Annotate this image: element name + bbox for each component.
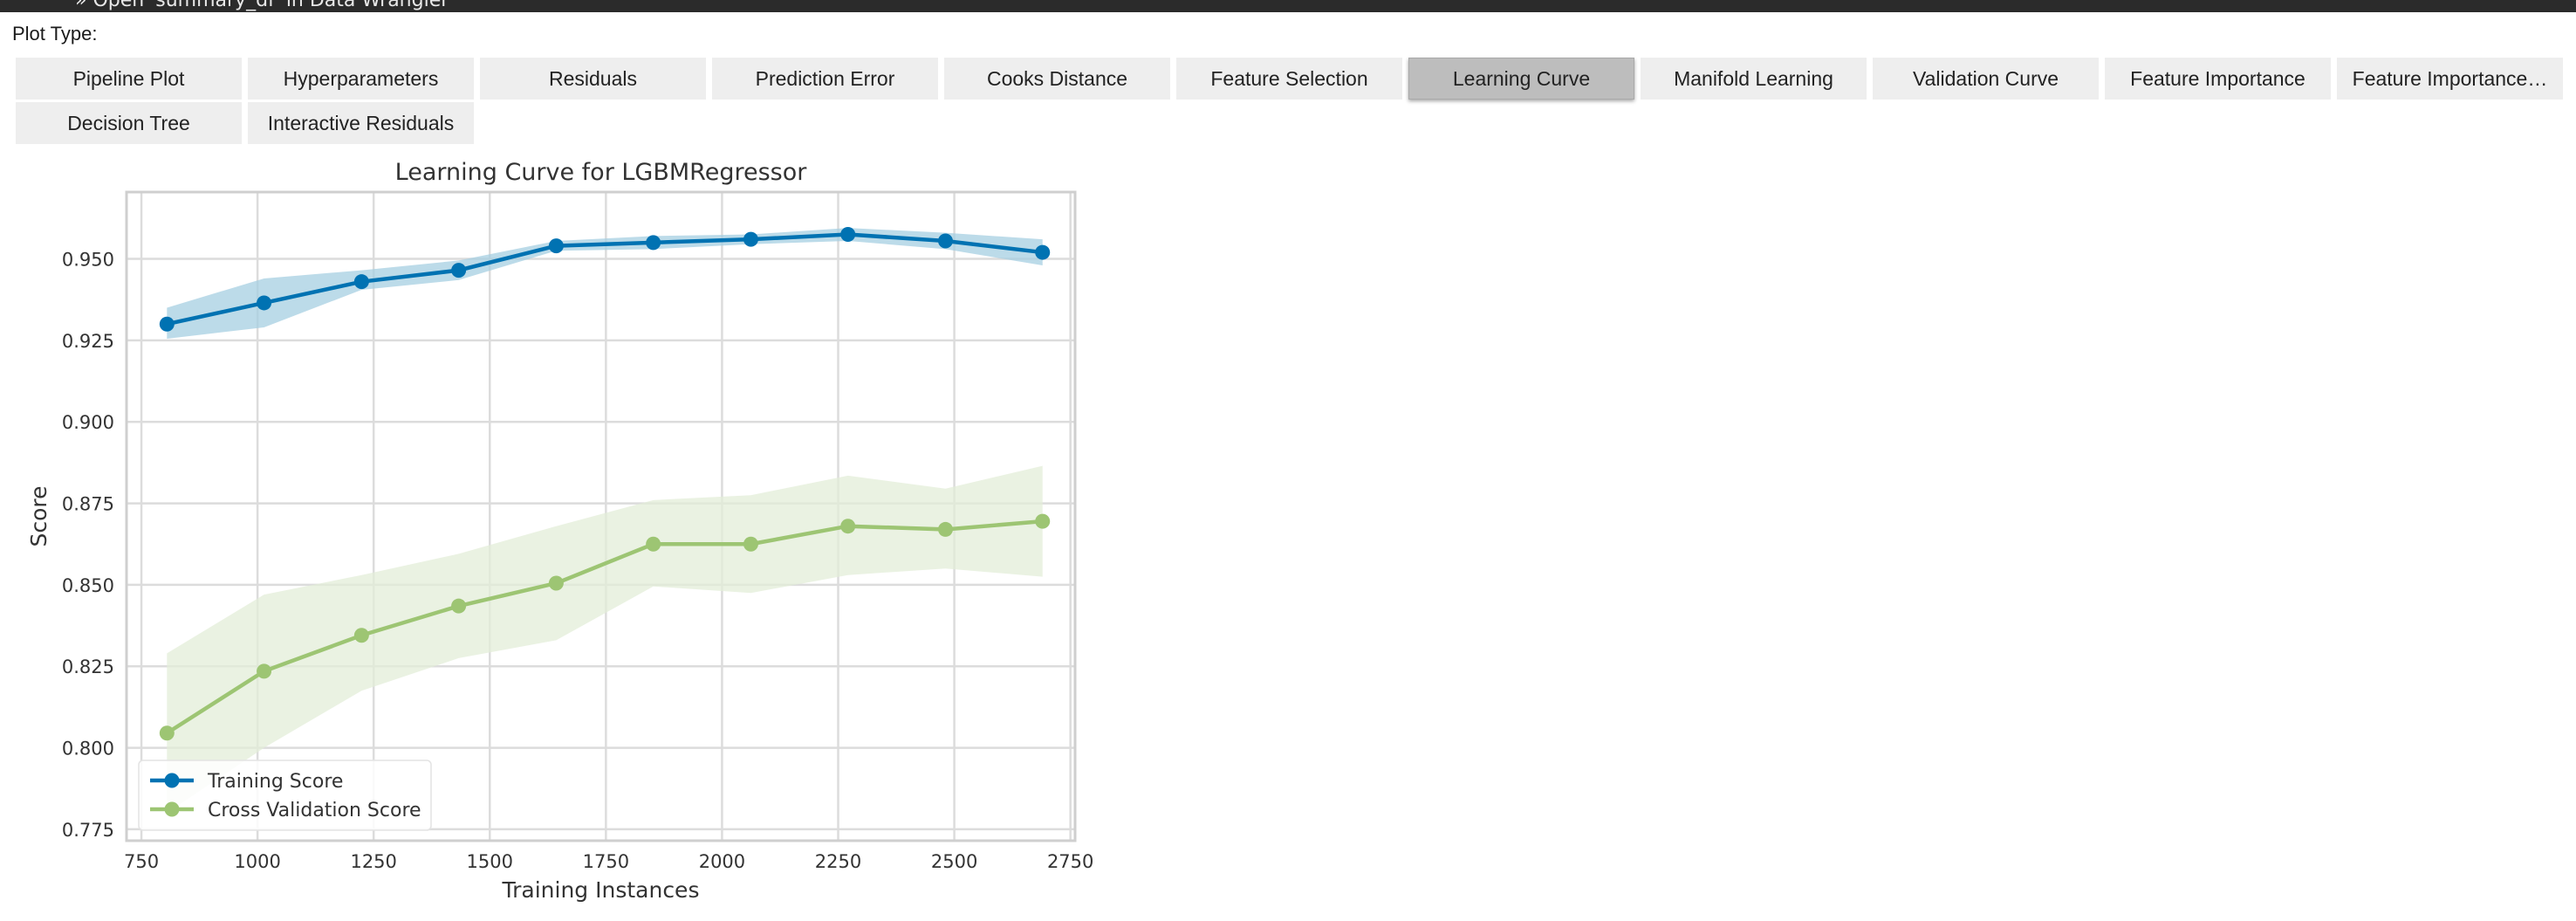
top-notification-bar: » Open 'summary_df' in Data Wrangler [0,0,2576,12]
score-point [743,536,758,552]
legend-label: Training Score [207,771,343,793]
score-point [1035,513,1051,529]
score-point [159,725,175,741]
tab-prediction-error[interactable]: Prediction Error [712,58,938,100]
tab-pipeline-plot[interactable]: Pipeline Plot [16,58,242,100]
y-tick-label: 0.900 [62,412,114,433]
y-tick-label: 0.825 [62,656,114,677]
plot-type-tabs-row-1: Pipeline Plot Hyperparameters Residuals Pre… [16,58,2563,100]
x-tick-label: 2750 [1047,851,1093,872]
data-wrangler-link[interactable]: » Open 'summary_df' in Data Wrangler [75,0,449,11]
score-point [548,238,564,254]
score-point [937,521,953,537]
tab-interactive-residuals[interactable]: Interactive Residuals [248,102,474,144]
y-tick-label: 0.850 [62,575,114,596]
score-point [1035,244,1051,260]
tab-feature-selection[interactable]: Feature Selection [1176,58,1402,100]
legend-marker [164,773,180,788]
score-point [548,575,564,591]
score-point [840,519,856,534]
x-tick-label: 1250 [350,851,396,872]
legend-marker [164,801,180,817]
tab-feature-importance[interactable]: Feature Importance [2105,58,2331,100]
score-point [451,263,467,278]
tab-cooks-distance[interactable]: Cooks Distance [944,58,1170,100]
tab-residuals[interactable]: Residuals [480,58,706,100]
x-tick-label: 1500 [467,851,513,872]
score-point [646,536,661,552]
plot-type-label: Plot Type: [12,23,98,45]
legend-label: Cross Validation Score [208,800,421,821]
score-point [257,663,272,679]
plot-type-tabs-row-2: Decision Tree Interactive Residuals [16,102,474,144]
x-tick-label: 1750 [583,851,629,872]
x-axis-label: Training Instances [502,877,700,903]
tab-validation-curve[interactable]: Validation Curve [1873,58,2099,100]
y-tick-label: 0.775 [62,820,114,841]
tab-manifold-learning[interactable]: Manifold Learning [1641,58,1867,100]
tab-hyperparameters[interactable]: Hyperparameters [248,58,474,100]
x-tick-label: 2250 [815,851,861,872]
x-tick-label: 2000 [699,851,745,872]
y-tick-label: 0.800 [62,739,114,759]
score-point [159,316,175,332]
score-point [451,598,467,614]
y-tick-label: 0.875 [62,494,114,515]
score-point [840,227,856,243]
y-axis-label: Score [26,485,51,546]
tab-learning-curve[interactable]: Learning Curve [1408,58,1634,100]
x-tick-label: 2500 [931,851,977,872]
y-tick-label: 0.950 [62,250,114,271]
score-point [937,233,953,249]
chart-legend: Training Score Cross Validation Score [138,759,432,831]
chart-title: Learning Curve for LGBMRegressor [395,159,808,186]
score-point [646,235,661,251]
score-point [353,628,369,643]
x-tick-label: 1000 [234,851,280,872]
score-point [353,274,369,290]
tab-decision-tree[interactable]: Decision Tree [16,102,242,144]
x-tick-label: 750 [124,851,159,872]
score-point [743,231,758,247]
score-point [257,295,272,311]
tab-feature-importance-all[interactable]: Feature Importance… [2337,58,2563,100]
y-tick-label: 0.925 [62,331,114,352]
learning-curve-chart: 750 1000 1250 1500 1750 2000 2250 2500 2750 0.775… [26,159,1093,903]
